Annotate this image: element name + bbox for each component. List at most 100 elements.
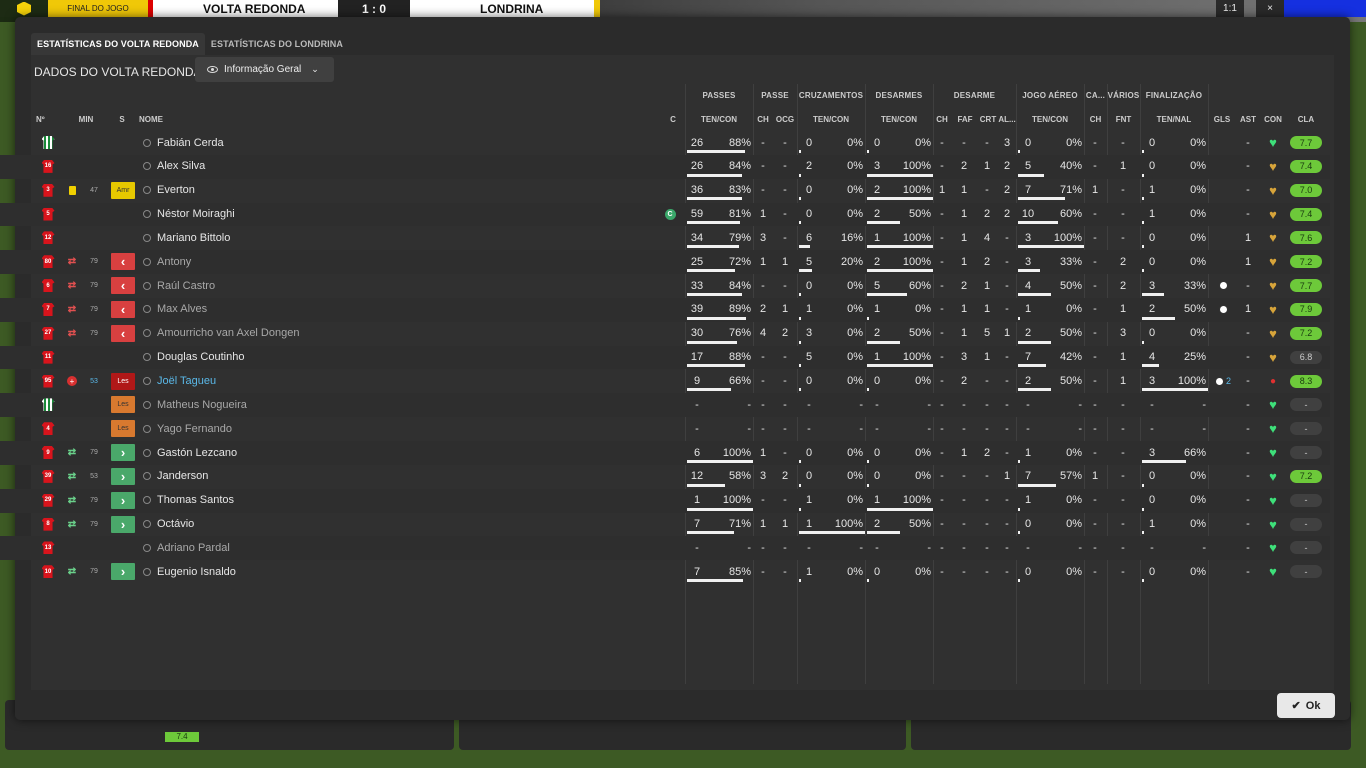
passes-bar <box>687 197 742 201</box>
player-name[interactable]: Antony <box>157 250 637 273</box>
column-header-desarme-crt[interactable]: CRT <box>977 115 999 124</box>
condition-icon: ♥ <box>1269 445 1277 461</box>
column-header-num[interactable]: Nº <box>36 115 50 124</box>
player-name[interactable]: Douglas Coutinho <box>157 346 637 369</box>
sub-in-icon: › <box>111 515 135 533</box>
player-row[interactable]: 13 Adriano Pardal - - - - - - - - - - - - - - - - - - - ♥ - <box>0 536 1330 561</box>
player-row[interactable]: 16 Alex Silva 26 84% - -2 0% 3 100% -2 1 2 5 40% -1 0 0%… <box>0 154 1330 179</box>
player-name[interactable]: Thomas Santos <box>157 489 637 512</box>
passe-ocg: - <box>783 208 787 221</box>
column-header-varios-fnt[interactable]: FNT <box>1107 115 1140 124</box>
player-name[interactable]: Raúl Castro <box>157 274 637 297</box>
player-row[interactable]: 7 ⇄ 79 ‹ Max Alves 39 89% 2 1 1 0% 1 0% -1 1-1 0% -1 2 50%… <box>0 297 1330 322</box>
player-name[interactable]: Adriano Pardal <box>157 536 637 559</box>
rating-badge: - <box>1290 517 1322 531</box>
player-row[interactable]: 12 Mariano Bittolo 34 79% 3-6 16% 1 100% -1 4-3 10… <box>0 226 1330 250</box>
player-name[interactable]: Fabián Cerda <box>157 131 637 154</box>
player-name[interactable]: Alex Silva <box>157 155 637 178</box>
desarme-al: - <box>1005 518 1009 531</box>
column-header-min[interactable]: MIN <box>76 115 96 124</box>
column-header-des[interactable]: TEN/CON <box>865 115 933 124</box>
player-row[interactable]: 95 +53 Les Joël Tagueu 9 66% - -0 0% 0 0% -2- -2 50% -… <box>0 370 1330 394</box>
aerial-percent: - <box>1078 398 1082 411</box>
desarme-al: 1 <box>1003 327 1011 340</box>
assists-cell: 1 <box>1244 255 1252 268</box>
player-name[interactable]: Everton <box>157 179 637 202</box>
player-name[interactable]: Amourricho van Axel Dongen <box>157 322 637 345</box>
status-cell: ‹ <box>110 322 136 345</box>
column-header-final[interactable]: TEN/NAL <box>1140 115 1208 124</box>
player-row[interactable]: 10 ⇄ 79 › Eugenio Isnaldo 7 85% - -1 0% 0 0% - - - -0 0%… <box>0 560 1330 584</box>
column-header-desarme-al[interactable]: AL... <box>997 115 1017 124</box>
close-icon[interactable]: × <box>1256 0 1284 17</box>
player-name[interactable]: Néstor Moiraghi <box>157 203 637 226</box>
player-name[interactable]: Yago Fernando <box>157 417 637 440</box>
view-dropdown[interactable]: Informação Geral ⌄ <box>195 57 334 82</box>
aerial-bar <box>1018 364 1046 368</box>
rating-cell: 7.2 <box>1290 322 1322 345</box>
background-stand <box>1282 0 1366 17</box>
event-cell <box>64 417 80 440</box>
crosses-attempts: 0 <box>805 136 813 149</box>
desarme-faf: 3 <box>960 351 968 364</box>
passes-bar <box>687 459 753 463</box>
column-header-s[interactable]: S <box>116 115 128 124</box>
player-row[interactable]: 80 ⇄ 79 ‹ Antony 25 72% 1 1 5 20% 2 100% -1 2-3 33% -2 0 0… <box>0 250 1330 275</box>
tab-londrina[interactable]: ESTATÍSTICAS DO LONDRINA <box>205 33 349 55</box>
column-header-c[interactable]: C <box>668 115 678 124</box>
player-name[interactable]: Eugenio Isnaldo <box>157 560 637 583</box>
column-header-gls[interactable]: GLS <box>1211 115 1233 124</box>
column-header-desarme-faf[interactable]: FAF <box>954 115 976 124</box>
player-row[interactable]: 27 ⇄ 79 ‹ Amourricho van Axel Dongen 30 76% 4 2 3… <box>0 322 1330 346</box>
person-icon <box>143 448 151 457</box>
condition-icon: ♥ <box>1269 492 1277 508</box>
player-name[interactable]: Matheus Nogueira <box>157 393 637 416</box>
player-row[interactable]: 29 ⇄ 79 › Thomas Santos 1 100% - -1 0% 1 100% - - - -1 0… <box>0 488 1330 513</box>
player-row[interactable]: 6 ⇄ 79 ‹ Raúl Castro 33 84% - -0 0% 5 60% -2 1-4 50% -2… <box>0 274 1330 298</box>
player-name[interactable]: Mariano Bittolo <box>157 226 637 249</box>
column-header-passe-ch[interactable]: CH <box>753 115 773 124</box>
substitution-icon: ⇄ <box>67 494 77 506</box>
speed-button[interactable]: 1:1 <box>1216 0 1244 17</box>
player-name[interactable]: Janderson <box>157 465 637 488</box>
crosses-attempts: - <box>807 541 811 554</box>
column-header-desarme-ch[interactable]: CH <box>933 115 951 124</box>
minute-cell <box>84 393 104 416</box>
goals-cell <box>1212 250 1234 273</box>
crosses-percent: 0% <box>847 279 863 292</box>
column-header-passes[interactable]: TEN/CON <box>685 115 753 124</box>
player-row[interactable]: 11 Douglas Coutinho 17 88% - -5 0% 1 100% -3 1-7 42… <box>0 345 1330 370</box>
shots-bar <box>1142 459 1186 463</box>
player-row[interactable]: 39 ⇄ 53 › Janderson 12 58% 3 2 0 0% 0 0% - - -1 7 57% 1-0 0… <box>0 465 1330 489</box>
status-cell <box>110 226 136 249</box>
player-row[interactable]: 4 Les Yago Fernando - - - - - - - - - - - - - - - - - - - ♥ - <box>0 417 1330 441</box>
passes-percent: - <box>747 541 751 554</box>
player-name[interactable]: Joël Tagueu <box>157 370 637 393</box>
player-row[interactable]: Les Matheus Nogueira - - - - - - - - - - - - - - - - - - - ♥ - <box>0 393 1330 418</box>
column-header-ca-ch[interactable]: CH <box>1084 115 1107 124</box>
tackles-bar <box>867 483 869 487</box>
player-row[interactable]: Fabián Cerda 26 88% - -0 0% 0 0% - - -3 0 0% - -0 0% - ♥ 7… <box>0 131 1330 155</box>
player-name[interactable]: Gastón Lezcano <box>157 441 637 464</box>
column-header-ast[interactable]: AST <box>1238 115 1258 124</box>
column-header-aereo[interactable]: TEN/CON <box>1016 115 1084 124</box>
desarme-ch: - <box>940 398 944 411</box>
ok-button[interactable]: ✔ Ok <box>1277 693 1335 718</box>
column-header-con[interactable]: CON <box>1260 115 1286 124</box>
tab-volta-redonda[interactable]: ESTATÍSTICAS DO VOLTA REDONDA <box>31 33 205 55</box>
column-header-nome[interactable]: NOME <box>139 115 199 124</box>
column-header-passe-ocg[interactable]: OCG <box>774 115 796 124</box>
shots-percent: 0% <box>1190 255 1206 268</box>
rating-cell: 7.7 <box>1290 274 1322 297</box>
player-row[interactable]: 8 ⇄ 79 › Octávio 7 71% 1 1 1 100% 2 50% - - - -0 0% - -1 0% -… <box>0 513 1330 537</box>
column-header-cruz[interactable]: TEN/CON <box>797 115 865 124</box>
player-row[interactable]: 9 ⇄ 79 › Gastón Lezcano 6 100% 1-0 0% 0 0% -1 2-1 0% -… <box>0 441 1330 465</box>
player-name[interactable]: Max Alves <box>157 298 637 321</box>
assists-cell: - <box>1246 279 1250 292</box>
player-name[interactable]: Octávio <box>157 513 637 536</box>
bottom-rating: 7.4 <box>165 732 199 742</box>
assists-cell: - <box>1246 136 1250 149</box>
player-row[interactable]: 3 47 Amr Everton 36 83% - -0 0% 2 100% 1 1-2 7 71% 1-1 0… <box>0 179 1330 203</box>
column-header-cla[interactable]: CLA <box>1290 115 1322 124</box>
player-row[interactable]: 5 Néstor Moiraghi C 59 81% 1-0 0% 2 50% -1 2 2 10 60%… <box>0 202 1330 227</box>
